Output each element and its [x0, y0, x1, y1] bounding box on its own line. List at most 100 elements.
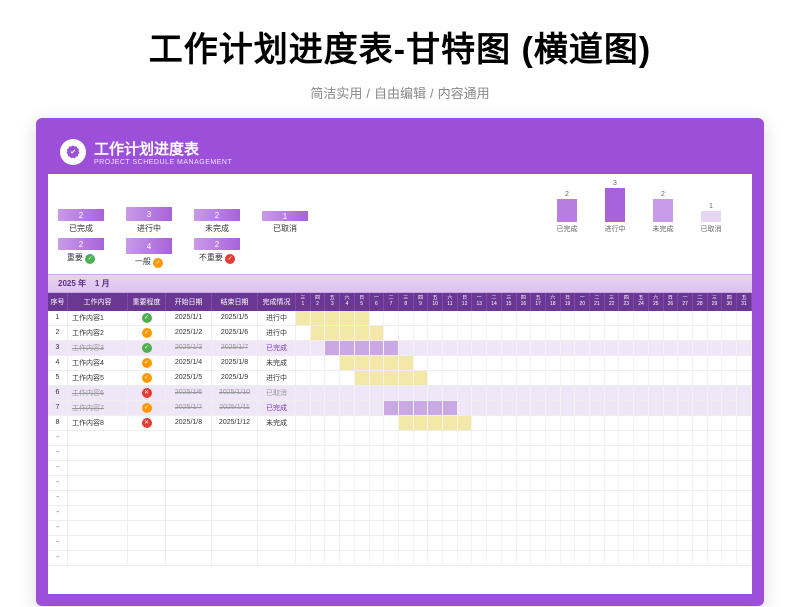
cell-status[interactable]: 进行中: [258, 371, 296, 385]
th-status[interactable]: 完成情况: [258, 293, 296, 311]
table-row[interactable]: 1 工作内容1 ✓ 2025/1/1 2025/1/5 进行中: [48, 311, 752, 326]
th-index[interactable]: 序号: [48, 293, 68, 311]
cell-end[interactable]: 2025/1/9: [212, 371, 258, 385]
cell-end[interactable]: 2025/1/11: [212, 401, 258, 415]
day-header-cell[interactable]: 二28: [693, 293, 708, 311]
table-row-empty[interactable]: -: [48, 551, 752, 566]
cell-task[interactable]: 工作内容6: [68, 386, 128, 400]
cell-task[interactable]: 工作内容8: [68, 416, 128, 430]
day-header-cell[interactable]: 四30: [722, 293, 737, 311]
day-header-cell[interactable]: 三8: [399, 293, 414, 311]
day-header-cell[interactable]: 三1: [296, 293, 311, 311]
cell-status[interactable]: 已取消: [258, 386, 296, 400]
th-importance[interactable]: 重要程度: [128, 293, 166, 311]
cell-importance[interactable]: ✓: [128, 311, 166, 325]
day-header-cell[interactable]: 六11: [443, 293, 458, 311]
table-row-empty[interactable]: -: [48, 491, 752, 506]
cell-task[interactable]: 工作内容2: [68, 326, 128, 340]
cell-importance[interactable]: ✓: [128, 356, 166, 370]
table-row-empty[interactable]: -: [48, 446, 752, 461]
day-header-cell[interactable]: 四9: [414, 293, 429, 311]
cell-end[interactable]: 2025/1/7: [212, 341, 258, 355]
cell-index: 4: [48, 356, 68, 370]
day-header-cell[interactable]: 一27: [678, 293, 693, 311]
cell-end[interactable]: 2025/1/10: [212, 386, 258, 400]
cell-end[interactable]: 2025/1/6: [212, 326, 258, 340]
day-header-cell[interactable]: 五24: [634, 293, 649, 311]
cell-end[interactable]: 2025/1/5: [212, 311, 258, 325]
gantt-cell: [355, 341, 370, 355]
day-header-cell[interactable]: 四2: [311, 293, 326, 311]
cell-task[interactable]: 工作内容7: [68, 401, 128, 415]
cell-start[interactable]: 2025/1/8: [166, 416, 212, 430]
cell-importance[interactable]: ✓: [128, 326, 166, 340]
table-row[interactable]: 8 工作内容8 ✕ 2025/1/8 2025/1/12 未完成: [48, 416, 752, 431]
day-header-cell[interactable]: 一20: [575, 293, 590, 311]
table-row[interactable]: 6 工作内容6 ✕ 2025/1/6 2025/1/10 已取消: [48, 386, 752, 401]
day-header-cell[interactable]: 五10: [428, 293, 443, 311]
cell-importance[interactable]: ✓: [128, 341, 166, 355]
day-header-cell[interactable]: 六4: [340, 293, 355, 311]
cell-task[interactable]: 工作内容1: [68, 311, 128, 325]
table-row-empty[interactable]: -: [48, 506, 752, 521]
day-header-cell[interactable]: 五3: [325, 293, 340, 311]
cell-status[interactable]: 未完成: [258, 416, 296, 430]
cell-start[interactable]: 2025/1/2: [166, 326, 212, 340]
cell-status[interactable]: 进行中: [258, 326, 296, 340]
cell-task[interactable]: 工作内容5: [68, 371, 128, 385]
day-header-cell[interactable]: 二21: [590, 293, 605, 311]
day-header-cell[interactable]: 六18: [546, 293, 561, 311]
day-header-cell[interactable]: 三29: [708, 293, 723, 311]
cell-start[interactable]: 2025/1/3: [166, 341, 212, 355]
day-header-cell[interactable]: 一6: [370, 293, 385, 311]
th-start[interactable]: 开始日期: [166, 293, 212, 311]
table-row[interactable]: 4 工作内容4 ✓ 2025/1/4 2025/1/8 未完成: [48, 356, 752, 371]
th-end[interactable]: 结束日期: [212, 293, 258, 311]
date-control[interactable]: 2025 年 1 月: [48, 274, 752, 293]
cell-task[interactable]: 工作内容4: [68, 356, 128, 370]
day-header-cell[interactable]: 二7: [384, 293, 399, 311]
table-row-empty[interactable]: -: [48, 476, 752, 491]
table-row[interactable]: 3 工作内容3 ✓ 2025/1/3 2025/1/7 已完成: [48, 341, 752, 356]
table-row-empty[interactable]: -: [48, 521, 752, 536]
th-task[interactable]: 工作内容: [68, 293, 128, 311]
day-header-cell[interactable]: 三22: [605, 293, 620, 311]
day-header-cell[interactable]: 日26: [664, 293, 679, 311]
cell-end[interactable]: 2025/1/8: [212, 356, 258, 370]
cell-importance[interactable]: ✓: [128, 401, 166, 415]
table-row-empty[interactable]: -: [48, 536, 752, 551]
cell-start[interactable]: 2025/1/5: [166, 371, 212, 385]
cell-importance[interactable]: ✕: [128, 386, 166, 400]
day-header-cell[interactable]: 日12: [458, 293, 473, 311]
cell-start[interactable]: 2025/1/4: [166, 356, 212, 370]
gantt-cell: [561, 416, 576, 430]
table-row[interactable]: 2 工作内容2 ✓ 2025/1/2 2025/1/6 进行中: [48, 326, 752, 341]
table-row[interactable]: 5 工作内容5 ✓ 2025/1/5 2025/1/9 进行中: [48, 371, 752, 386]
cell-start[interactable]: 2025/1/6: [166, 386, 212, 400]
cell-status[interactable]: 已完成: [258, 401, 296, 415]
day-header-cell[interactable]: 六25: [649, 293, 664, 311]
gantt-cell: [384, 386, 399, 400]
table-row-empty[interactable]: -: [48, 461, 752, 476]
cell-status[interactable]: 未完成: [258, 356, 296, 370]
table-row-empty[interactable]: -: [48, 431, 752, 446]
summary-bar: 2: [194, 209, 240, 221]
cell-end[interactable]: 2025/1/12: [212, 416, 258, 430]
cell-start[interactable]: 2025/1/7: [166, 401, 212, 415]
day-header-cell[interactable]: 五31: [737, 293, 752, 311]
table-row[interactable]: 7 工作内容7 ✓ 2025/1/7 2025/1/11 已完成: [48, 401, 752, 416]
day-header-cell[interactable]: 日19: [561, 293, 576, 311]
day-header-cell[interactable]: 四23: [619, 293, 634, 311]
day-header-cell[interactable]: 三15: [502, 293, 517, 311]
day-header-cell[interactable]: 一13: [472, 293, 487, 311]
day-header-cell[interactable]: 日5: [355, 293, 370, 311]
day-header-cell[interactable]: 二14: [487, 293, 502, 311]
day-header-cell[interactable]: 四16: [517, 293, 532, 311]
cell-status[interactable]: 进行中: [258, 311, 296, 325]
cell-task[interactable]: 工作内容3: [68, 341, 128, 355]
cell-status[interactable]: 已完成: [258, 341, 296, 355]
cell-importance[interactable]: ✓: [128, 371, 166, 385]
cell-importance[interactable]: ✕: [128, 416, 166, 430]
cell-start[interactable]: 2025/1/1: [166, 311, 212, 325]
day-header-cell[interactable]: 五17: [531, 293, 546, 311]
